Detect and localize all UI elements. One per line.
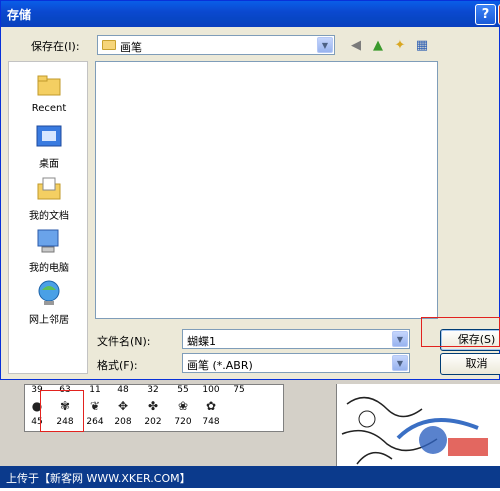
cancel-button[interactable]: 取消 — [440, 353, 500, 375]
places-bar: Recent 桌面 我的文档 我的电脑 网上邻居 — [8, 61, 88, 374]
chevron-down-icon[interactable]: ▼ — [317, 37, 333, 53]
brush-size-label: 32 — [147, 385, 159, 395]
brush-size-label: 720 — [174, 417, 192, 427]
back-icon[interactable]: ◀ — [347, 37, 365, 55]
place-label: 网上邻居 — [29, 315, 69, 326]
format-value: 画笔 (*.ABR) — [187, 359, 253, 372]
place-my-computer[interactable]: 我的电脑 — [9, 226, 89, 274]
chevron-down-icon[interactable]: ▼ — [392, 355, 408, 371]
up-folder-icon[interactable]: ▲ — [369, 37, 387, 55]
brush-highlight-box — [40, 390, 84, 432]
save-in-dropdown[interactable]: 画笔 ▼ — [97, 35, 335, 55]
filename-value: 蝴蝶1 — [187, 335, 216, 348]
new-folder-icon[interactable]: ✦ — [391, 37, 409, 55]
help-button[interactable]: ? — [475, 4, 496, 25]
brush-preset[interactable]: ❦ — [83, 399, 107, 415]
desktop-icon — [34, 122, 64, 152]
brush-preset[interactable]: ✥ — [111, 399, 135, 415]
dialog-title: 存储 — [7, 8, 32, 22]
format-label: 格式(F): — [97, 359, 138, 372]
brush-size-label: 11 — [89, 385, 101, 395]
save-highlight-box — [421, 317, 500, 347]
brush-size-label: 100 — [202, 385, 220, 395]
brush-size-label: 55 — [177, 385, 189, 395]
place-label: 我的电脑 — [29, 263, 69, 274]
view-menu-icon[interactable]: ▦ — [413, 37, 431, 55]
my-documents-icon — [34, 174, 64, 204]
format-dropdown[interactable]: 画笔 (*.ABR) ▼ — [182, 353, 410, 373]
filename-label: 文件名(N): — [97, 335, 151, 348]
place-desktop[interactable]: 桌面 — [9, 122, 89, 170]
save-in-value: 画笔 — [120, 41, 142, 54]
brush-size-label: 48 — [117, 385, 129, 395]
brush-size-label: 208 — [114, 417, 132, 427]
brush-preset[interactable]: ❀ — [171, 399, 195, 415]
brush-size-label: 202 — [144, 417, 162, 427]
network-icon — [34, 278, 64, 308]
filename-input[interactable]: 蝴蝶1 ▼ — [182, 329, 410, 349]
brush-size-label: 75 — [233, 385, 245, 395]
recent-folder-icon — [34, 70, 64, 100]
place-label: 桌面 — [39, 159, 59, 170]
place-label: 我的文档 — [29, 211, 69, 222]
brush-size-label: 748 — [202, 417, 220, 427]
place-my-documents[interactable]: 我的文档 — [9, 174, 89, 222]
place-network[interactable]: 网上邻居 — [9, 278, 89, 326]
save-in-label: 保存在(I): — [31, 40, 80, 53]
brush-preset[interactable]: ✤ — [141, 399, 165, 415]
folder-icon — [102, 40, 116, 50]
place-recent[interactable]: Recent — [9, 70, 89, 114]
title-bar[interactable]: 存储 ? — [1, 1, 500, 27]
place-label: Recent — [31, 103, 67, 114]
footer-banner: 上传于【新客网 WWW.XKER.COM】 — [0, 466, 500, 488]
footer-text: 上传于【新客网 WWW.XKER.COM】 — [6, 472, 191, 485]
brush-preset[interactable]: ✿ — [199, 399, 223, 415]
my-computer-icon — [34, 226, 64, 256]
chevron-down-icon[interactable]: ▼ — [392, 331, 408, 347]
brush-size-label: 264 — [86, 417, 104, 427]
file-list[interactable] — [95, 61, 438, 319]
